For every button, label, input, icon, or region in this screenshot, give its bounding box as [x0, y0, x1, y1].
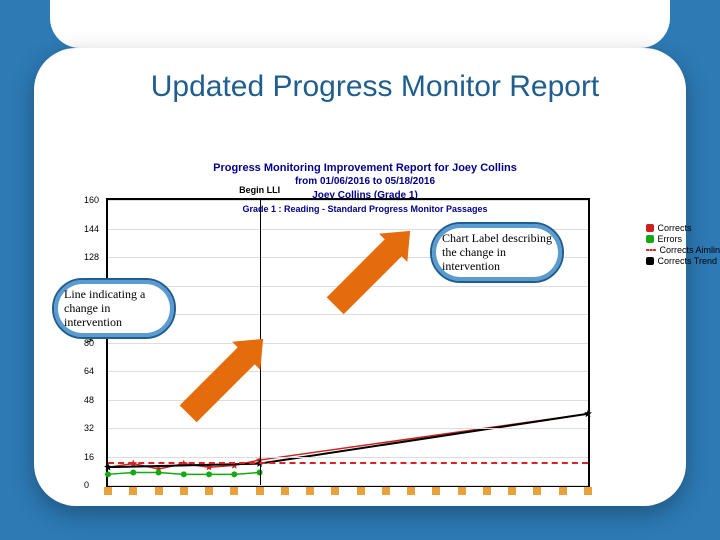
legend-trend: Corrects Trend	[646, 256, 720, 266]
chart-dates: from 01/06/2016 to 05/18/2016	[70, 176, 660, 187]
legend-aimline: Corrects Aimline	[646, 245, 720, 255]
chart-title: Progress Monitoring Improvement Report f…	[70, 162, 660, 174]
legend-errors: Errors	[646, 234, 720, 244]
legend: Corrects Errors Corrects Aimline Correct…	[646, 222, 720, 267]
slide-title: Updated Progress Monitor Report	[60, 70, 690, 104]
legend-corrects: Corrects	[646, 223, 720, 233]
callout-line: Line indicating a change in intervention	[52, 278, 176, 339]
callout-label: Chart Label describing the change in int…	[430, 222, 564, 283]
